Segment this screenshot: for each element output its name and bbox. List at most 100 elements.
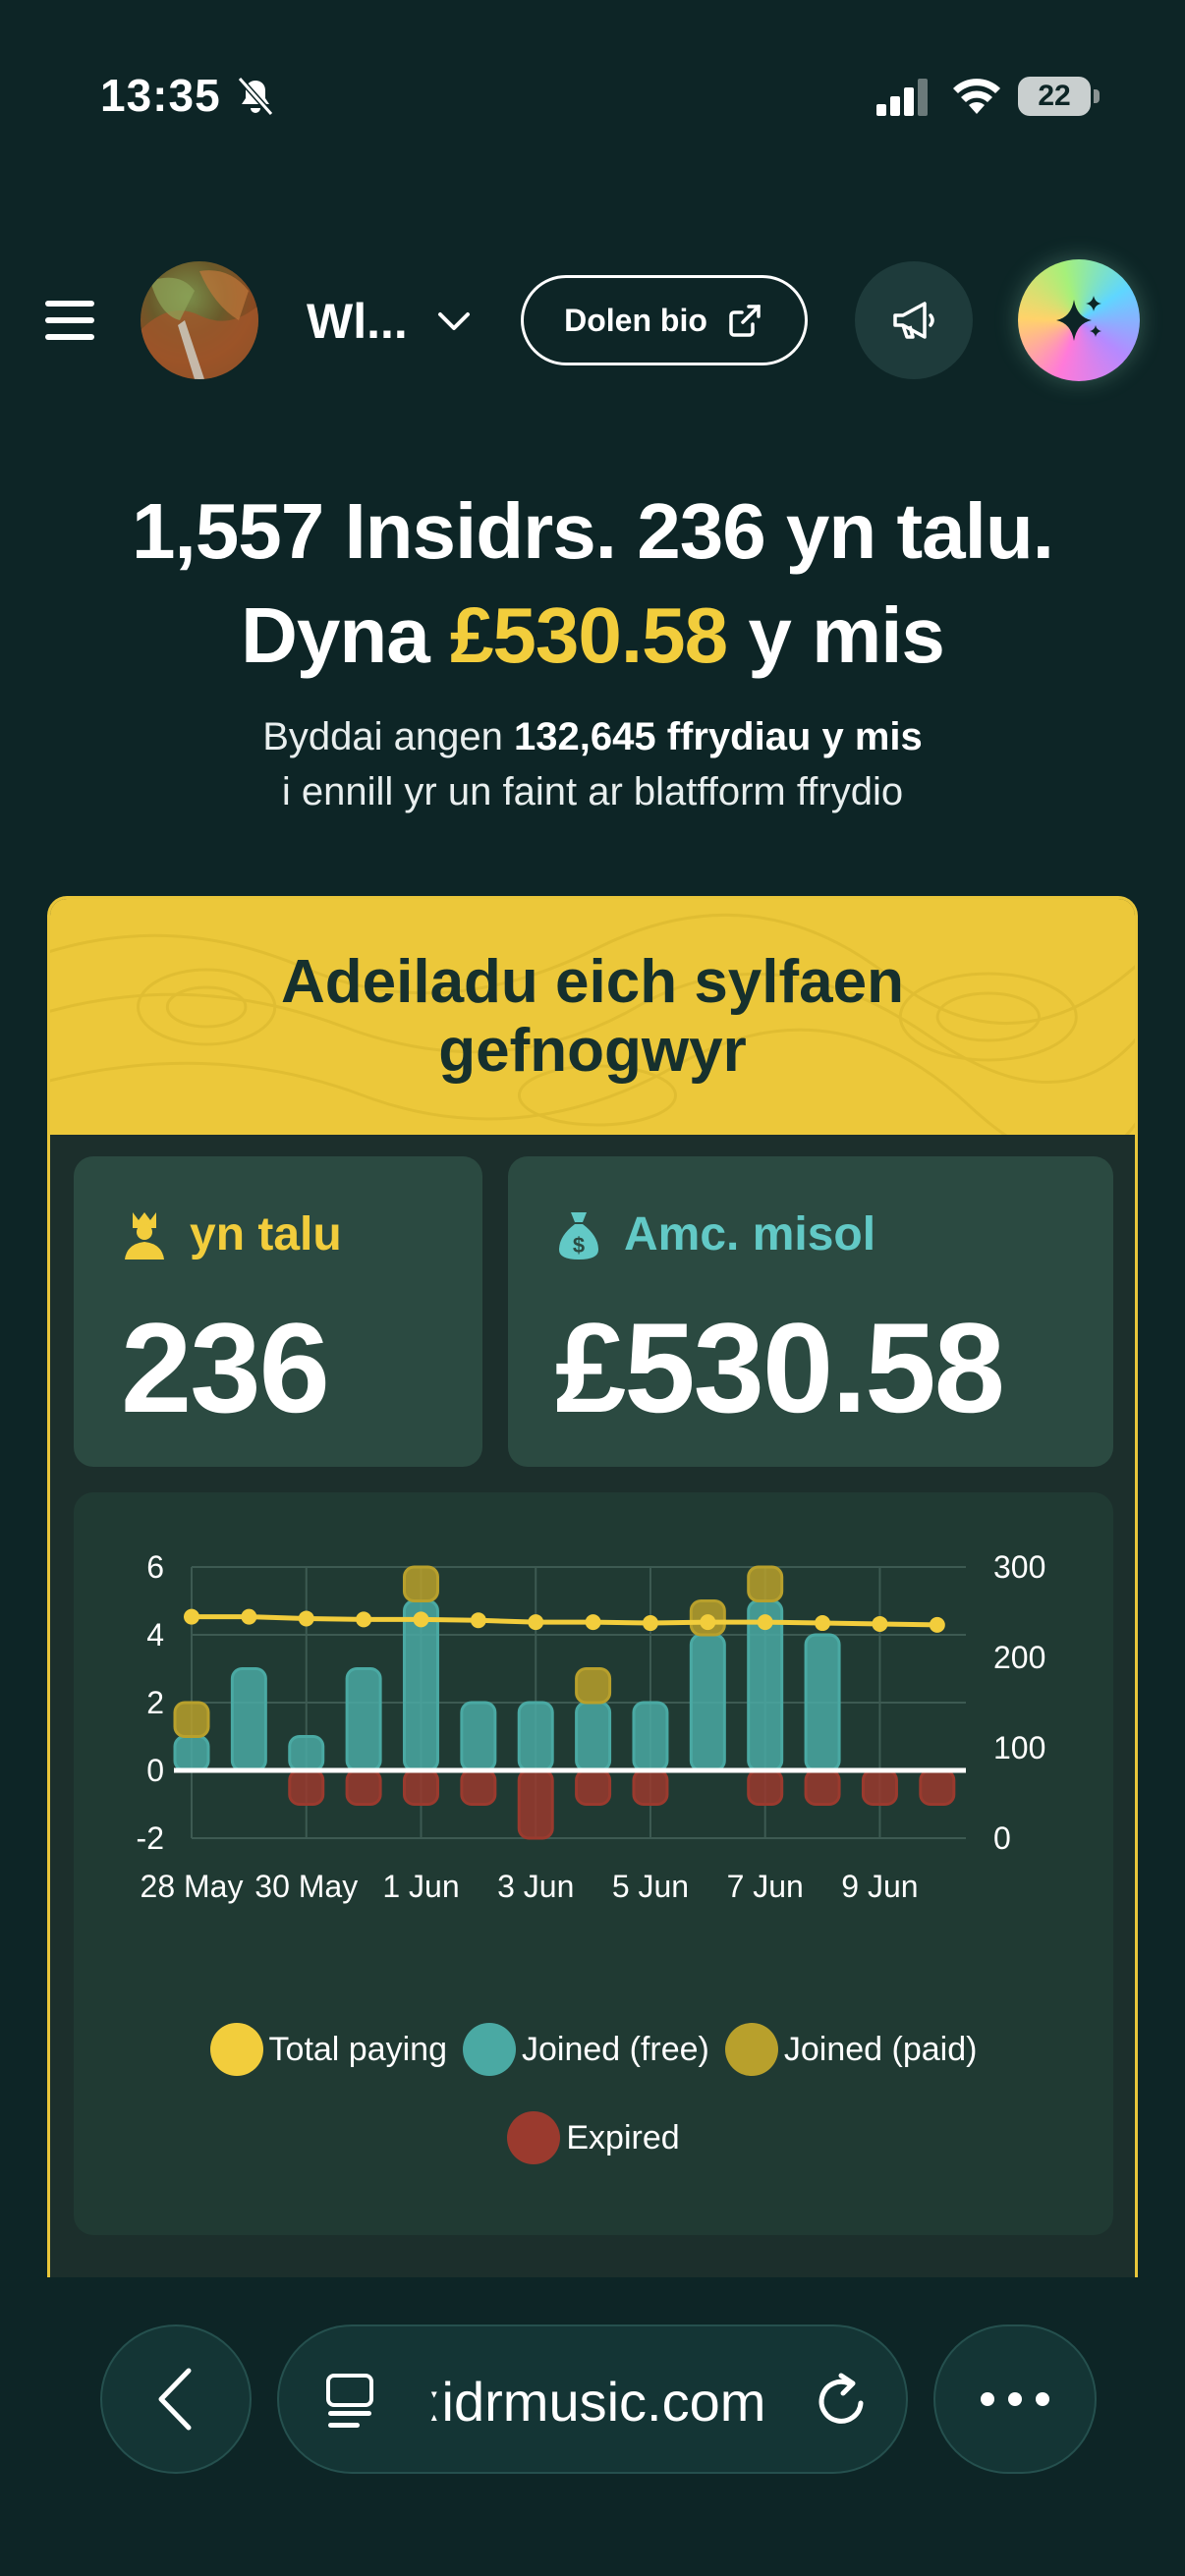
total-paying-point — [585, 1614, 601, 1631]
bar-expired — [345, 1768, 382, 1806]
bar-expired — [517, 1768, 554, 1840]
avatar[interactable] — [141, 261, 258, 379]
legend-label: Expired — [566, 2118, 680, 2156]
bar-joined-paid — [173, 1701, 210, 1738]
paying-label-text: yn talu — [190, 1208, 342, 1260]
wifi-icon — [953, 79, 1000, 114]
card-title: Adeiladu eich sylfaen gefnogwyr — [281, 948, 904, 1085]
bar-joined-paid — [575, 1667, 612, 1705]
hero-line2-suffix: y mis — [727, 591, 945, 679]
reload-icon[interactable] — [810, 2370, 873, 2433]
y-tick-label: -2 — [137, 1820, 164, 1856]
x-tick-label: 28 May — [141, 1869, 244, 1904]
monthly-stat: $ Amc. misol £530.58 — [508, 1156, 1113, 1467]
hero-subtext: Byddai angen 132,645 ffrydiau y mis i en… — [0, 709, 1185, 819]
bar-expired — [632, 1768, 669, 1806]
total-paying-point — [642, 1615, 658, 1632]
chevron-down-icon[interactable] — [436, 307, 472, 334]
bar-joined-free — [230, 1667, 267, 1772]
status-time: 13:35 — [100, 70, 221, 121]
hamburger-menu-icon[interactable] — [45, 299, 94, 342]
bar-joined-free — [575, 1701, 612, 1772]
paying-stat: yn talu 236 — [74, 1156, 482, 1467]
bar-expired — [804, 1768, 841, 1806]
page-menu-icon[interactable] — [322, 2370, 381, 2433]
y-tick-label: 2 — [146, 1685, 164, 1720]
announcements-button[interactable] — [855, 261, 973, 379]
paying-value: 236 — [121, 1296, 330, 1439]
total-paying-point — [241, 1608, 257, 1625]
x-tick-label: 3 Jun — [497, 1869, 574, 1904]
bell-muted-icon — [237, 77, 274, 116]
hero-sub-streams: 132,645 ffrydiau y mis — [513, 715, 923, 758]
hero-monthly-amount: £530.58 — [449, 591, 728, 679]
monthly-label: $ Amc. misol — [555, 1207, 875, 1261]
bar-expired — [861, 1768, 898, 1806]
hero-headline: 1,557 Insidrs. 236 yn talu. — [132, 487, 1054, 575]
total-paying-point — [872, 1615, 888, 1632]
ai-assistant-button[interactable] — [1018, 259, 1140, 381]
account-name[interactable]: Wl... — [307, 293, 408, 350]
x-tick-label: 9 Jun — [841, 1869, 918, 1904]
total-paying-point — [757, 1614, 773, 1631]
bar-joined-free — [288, 1735, 325, 1772]
total-paying-point — [929, 1616, 945, 1633]
card-header: Adeiladu eich sylfaen gefnogwyr — [50, 899, 1135, 1135]
bio-link-label: Dolen bio — [564, 302, 707, 338]
svg-text:$: $ — [573, 1233, 585, 1258]
address-bar[interactable]: ːidrmusic.com — [277, 2324, 908, 2474]
legend-item[interactable]: Joined (free) — [463, 2023, 709, 2076]
legend-swatch — [209, 2023, 263, 2076]
battery-indicator: 22 — [1018, 77, 1100, 116]
battery-cap — [1094, 89, 1100, 103]
legend-item[interactable]: Expired — [507, 2111, 680, 2164]
hero-monthly-line: Dyna £530.58 y mis — [0, 584, 1185, 688]
x-tick-label: 5 Jun — [612, 1869, 689, 1904]
total-paying-point — [528, 1614, 544, 1631]
members-chart: 6 4 2 0 -2 300 200 100 0 28 May 30 May 1 Jun 3 Jun 5 … — [137, 1549, 1046, 1904]
battery-level: 22 — [1018, 77, 1091, 116]
more-dot-icon — [1036, 2392, 1049, 2406]
x-tick-label: 30 May — [254, 1869, 358, 1904]
bar-joined-free — [517, 1701, 554, 1772]
total-paying-point — [356, 1611, 372, 1628]
hero-sub-line2: i ennill yr un faint ar blatfform ffrydi… — [281, 770, 904, 813]
y-tick-label: 4 — [146, 1617, 164, 1652]
bar-joined-free — [689, 1633, 726, 1772]
bar-expired — [919, 1768, 956, 1806]
legend-label: Joined (free) — [522, 2030, 709, 2068]
total-paying-point — [413, 1611, 429, 1628]
total-paying-point — [184, 1608, 199, 1625]
legend-label: Joined (paid) — [783, 2030, 978, 2068]
status-bar: 13:35 22 — [0, 0, 1185, 196]
total-paying-point — [470, 1612, 486, 1629]
top-bar: Wl... Dolen bio — [0, 257, 1185, 383]
avatar-image — [141, 270, 258, 379]
chart-legend: Total paying Joined (free) Joined (paid) Ex… — [74, 2023, 1113, 2164]
bar-expired — [288, 1768, 325, 1806]
chevron-left-icon — [158, 2368, 192, 2431]
megaphone-icon — [893, 302, 934, 339]
more-options-button[interactable] — [933, 2324, 1097, 2474]
bar-joined-paid — [747, 1565, 784, 1602]
more-dot-icon — [1008, 2392, 1022, 2406]
legend-item[interactable]: Total paying — [209, 2023, 447, 2076]
total-paying-point — [700, 1614, 716, 1631]
bar-joined-paid — [402, 1565, 439, 1602]
legend-item[interactable]: Joined (paid) — [724, 2023, 978, 2076]
bar-expired — [460, 1768, 497, 1806]
crown-person-icon — [125, 1211, 164, 1260]
y2-tick-label: 300 — [993, 1549, 1045, 1585]
monthly-value: £530.58 — [555, 1296, 1005, 1439]
browser-toolbar: ːidrmusic.com — [0, 2277, 1185, 2576]
bar-expired — [747, 1768, 784, 1806]
bar-expired — [575, 1768, 612, 1806]
total-paying-point — [298, 1610, 314, 1627]
x-tick-label: 1 Jun — [382, 1869, 459, 1904]
paying-label: yn talu — [121, 1207, 342, 1261]
bio-link-button[interactable]: Dolen bio — [521, 275, 808, 365]
y-tick-label: 6 — [146, 1549, 164, 1585]
back-button[interactable] — [100, 2324, 252, 2474]
bar-joined-free — [173, 1735, 210, 1772]
bar-joined-free — [632, 1701, 669, 1772]
